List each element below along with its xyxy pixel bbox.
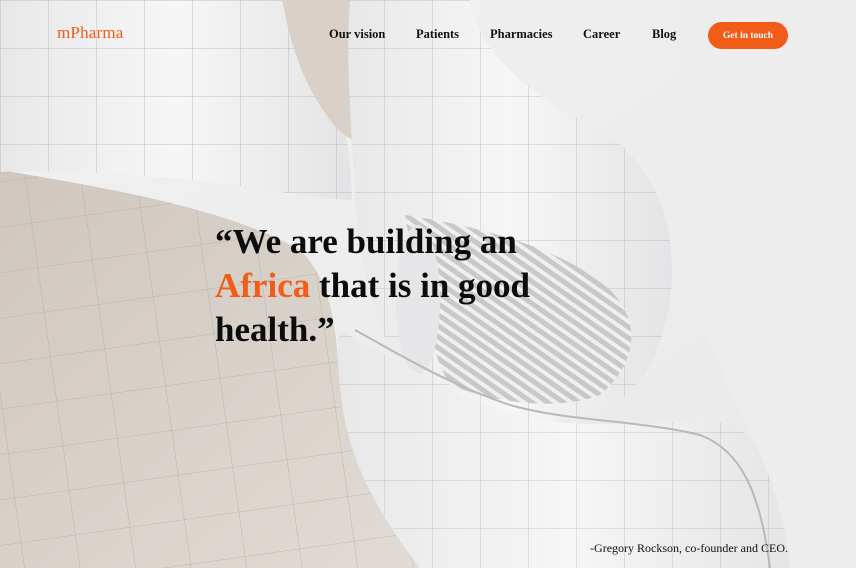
hero-quote: “We are building an Africa that is in goo… bbox=[215, 220, 595, 352]
brand-logo[interactable]: mPharma bbox=[57, 23, 124, 43]
quote-line-3: health.” bbox=[215, 310, 335, 349]
quote-accent-word: Africa bbox=[215, 266, 311, 305]
quote-line-2: that is in good bbox=[310, 266, 531, 305]
nav-pharmacies[interactable]: Pharmacies bbox=[490, 27, 552, 42]
nav-patients[interactable]: Patients bbox=[416, 27, 459, 42]
nav-career[interactable]: Career bbox=[583, 27, 620, 42]
nav-our-vision[interactable]: Our vision bbox=[329, 27, 385, 42]
quote-line-1: “We are building an bbox=[215, 222, 517, 261]
quote-attribution: -Gregory Rockson, co-founder and CEO. bbox=[590, 541, 788, 555]
get-in-touch-button[interactable]: Get in touch bbox=[708, 22, 788, 49]
landing-page: mPharma Our vision Patients Pharmacies C… bbox=[0, 0, 856, 568]
nav-blog[interactable]: Blog bbox=[652, 27, 676, 42]
